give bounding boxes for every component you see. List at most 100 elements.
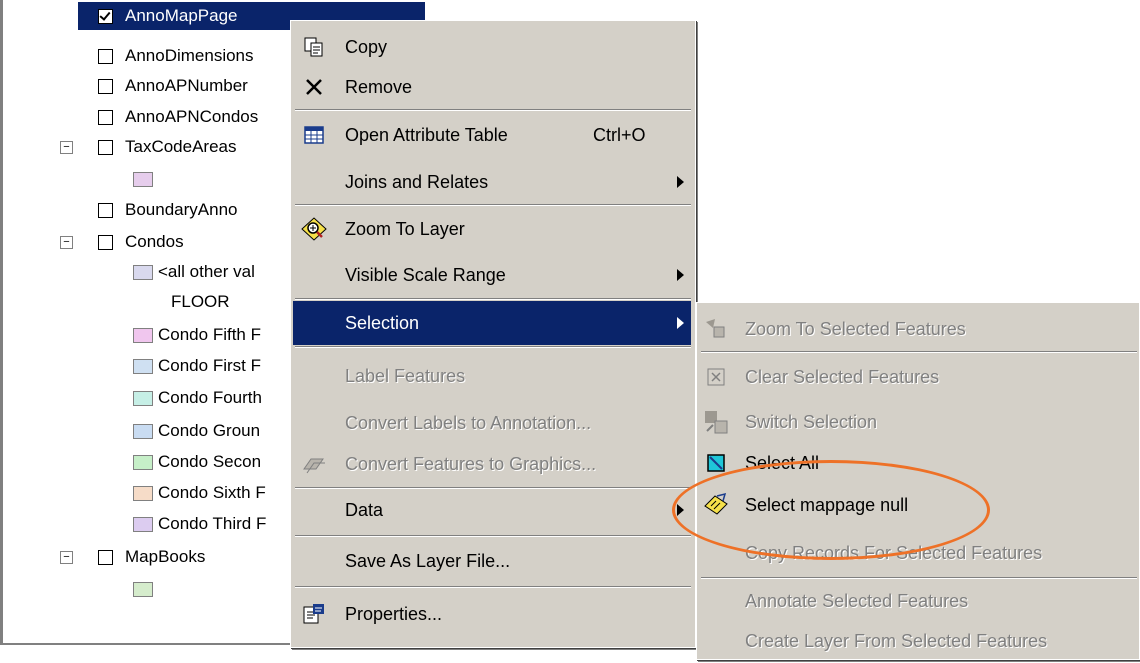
menu-label: Label Features bbox=[345, 365, 466, 386]
menu-clear-selected[interactable]: Clear Selected Features bbox=[699, 355, 1139, 399]
layer-mapbooks[interactable]: MapBooks bbox=[98, 543, 205, 571]
layer-label: BoundaryAnno bbox=[125, 200, 238, 219]
legend-label: Condo Third F bbox=[158, 514, 267, 533]
legend-item: <all other val bbox=[133, 258, 255, 286]
convert-graphics-icon bbox=[301, 451, 327, 477]
menu-visible-scale-range[interactable]: Visible Scale Range bbox=[293, 253, 691, 297]
legend-item: Condo Fourth bbox=[133, 384, 262, 412]
menu-copy[interactable]: Copy bbox=[293, 25, 691, 69]
layer-label: AnnoAPNCondos bbox=[125, 107, 259, 126]
layer-annoapnumber[interactable]: AnnoAPNumber bbox=[98, 72, 248, 100]
menu-label: Convert Features to Graphics... bbox=[345, 453, 597, 474]
legend-label: Condo Fifth F bbox=[158, 325, 261, 344]
collapse-icon[interactable]: − bbox=[60, 551, 73, 564]
menu-switch-selection[interactable]: Switch Selection bbox=[699, 400, 1139, 444]
legend-swatch bbox=[133, 264, 153, 280]
menu-remove[interactable]: Remove bbox=[293, 65, 691, 109]
menu-create-layer[interactable]: Create Layer From Selected Features bbox=[699, 619, 1139, 663]
menu-label-features[interactable]: Label Features bbox=[293, 354, 691, 398]
menu-open-attribute-table[interactable]: Open Attribute Table Ctrl+O bbox=[293, 113, 691, 157]
menu-label: Create Layer From Selected Features bbox=[745, 630, 1048, 651]
layer-visibility-checkbox[interactable] bbox=[98, 48, 113, 64]
legend-swatch bbox=[133, 582, 153, 597]
menu-zoom-to-selected[interactable]: Zoom To Selected Features bbox=[699, 307, 1139, 351]
legend-label: FLOOR bbox=[171, 292, 230, 311]
legend-swatch bbox=[133, 454, 153, 470]
menu-separator bbox=[295, 346, 691, 348]
legend-swatch bbox=[133, 423, 153, 439]
legend-label: Condo Secon bbox=[158, 452, 262, 471]
layer-annoapncondos[interactable]: AnnoAPNCondos bbox=[98, 103, 258, 131]
layer-visibility-checkbox[interactable] bbox=[98, 8, 113, 24]
table-icon bbox=[301, 122, 327, 148]
highlight-oval bbox=[672, 460, 990, 560]
menu-data[interactable]: Data bbox=[293, 488, 691, 532]
menu-annotate-selected[interactable]: Annotate Selected Features bbox=[699, 579, 1139, 623]
legend-heading: FLOOR bbox=[171, 288, 230, 316]
layer-taxcodeareas[interactable]: TaxCodeAreas bbox=[98, 133, 237, 161]
layer-annodimensions[interactable]: AnnoDimensions bbox=[98, 42, 254, 70]
menu-separator bbox=[295, 586, 691, 588]
properties-icon bbox=[301, 601, 327, 627]
layer-visibility-checkbox[interactable] bbox=[98, 202, 113, 218]
layer-context-menu: Copy Remove Open Attribute Table Ctrl+O … bbox=[290, 20, 696, 648]
zoom-selected-icon bbox=[703, 316, 729, 342]
menu-label: Data bbox=[345, 499, 384, 520]
menu-label: Properties... bbox=[345, 603, 443, 624]
layer-visibility-checkbox[interactable] bbox=[98, 234, 113, 250]
menu-label: Zoom To Layer bbox=[345, 218, 465, 239]
menu-properties[interactable]: Properties... bbox=[293, 592, 691, 636]
menu-convert-labels[interactable]: Convert Labels to Annotation... bbox=[293, 401, 691, 445]
collapse-icon[interactable]: − bbox=[60, 141, 73, 154]
submenu-arrow-icon bbox=[677, 176, 684, 188]
layer-visibility-checkbox[interactable] bbox=[98, 78, 113, 94]
submenu-arrow-icon bbox=[677, 317, 684, 329]
layer-label: TaxCodeAreas bbox=[125, 137, 237, 156]
legend-label: Condo First F bbox=[158, 356, 261, 375]
legend-swatch bbox=[133, 358, 153, 374]
menu-separator bbox=[701, 351, 1137, 353]
menu-label: Convert Labels to Annotation... bbox=[345, 412, 592, 433]
menu-save-as-layer-file[interactable]: Save As Layer File... bbox=[293, 539, 691, 583]
menu-label: Selection bbox=[345, 312, 420, 333]
menu-selection[interactable]: Selection bbox=[293, 301, 691, 345]
legend-item: Condo Third F bbox=[133, 510, 266, 538]
layer-label: AnnoMapPage bbox=[125, 6, 238, 25]
menu-convert-features[interactable]: Convert Features to Graphics... bbox=[293, 442, 691, 486]
menu-label: Joins and Relates bbox=[345, 171, 489, 192]
copy-icon bbox=[301, 34, 327, 60]
layer-boundaryanno[interactable]: BoundaryAnno bbox=[98, 196, 237, 224]
legend-label: <all other val bbox=[158, 262, 255, 281]
menu-label: Zoom To Selected Features bbox=[745, 318, 966, 339]
collapse-icon[interactable]: − bbox=[60, 236, 73, 249]
legend-swatch bbox=[133, 390, 153, 406]
menu-separator bbox=[295, 298, 691, 300]
menu-label: Annotate Selected Features bbox=[745, 590, 969, 611]
legend-swatch bbox=[133, 516, 153, 532]
layer-label: AnnoDimensions bbox=[125, 46, 254, 65]
legend-swatch bbox=[133, 327, 153, 343]
menu-zoom-to-layer[interactable]: Zoom To Layer bbox=[293, 207, 691, 251]
layer-condos[interactable]: Condos bbox=[98, 228, 184, 256]
legend-item: Condo Fifth F bbox=[133, 321, 261, 349]
layer-visibility-checkbox[interactable] bbox=[98, 109, 113, 125]
legend-item: Condo Secon bbox=[133, 448, 261, 476]
menu-separator bbox=[295, 204, 691, 206]
submenu-arrow-icon bbox=[677, 269, 684, 281]
layer-visibility-checkbox[interactable] bbox=[98, 139, 113, 155]
layer-label: AnnoAPNumber bbox=[125, 76, 248, 95]
menu-shortcut: Ctrl+O bbox=[593, 124, 646, 145]
menu-label: Copy bbox=[345, 36, 388, 57]
menu-label: Save As Layer File... bbox=[345, 550, 511, 571]
legend-swatch bbox=[133, 485, 153, 501]
menu-joins-and-relates[interactable]: Joins and Relates bbox=[293, 160, 691, 204]
close-icon bbox=[301, 74, 327, 100]
switch-selection-icon bbox=[703, 409, 729, 435]
menu-label: Switch Selection bbox=[745, 411, 878, 432]
legend-item: Condo Sixth F bbox=[133, 479, 266, 507]
legend-swatch bbox=[133, 172, 153, 187]
layer-label: Condos bbox=[125, 232, 184, 251]
layer-visibility-checkbox[interactable] bbox=[98, 549, 113, 565]
clear-selection-icon bbox=[703, 364, 729, 390]
legend-item: Condo Groun bbox=[133, 417, 260, 445]
